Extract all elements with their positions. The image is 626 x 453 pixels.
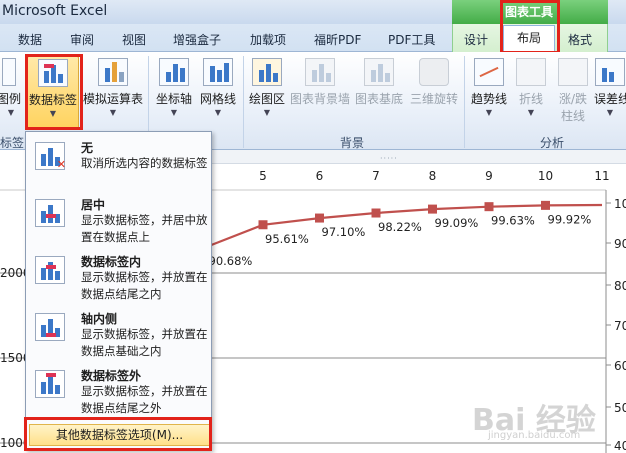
data-label: 99.09% [435,216,479,230]
group-background-label: 背景 [340,136,365,150]
tab-pdf-tools[interactable]: PDF工具 [388,31,435,48]
3d-rotation-icon [419,58,449,86]
right-axis-tick-label: 40 [614,439,626,453]
x-tick-label: 11 [594,169,609,183]
right-axis-tick-label: 70 [614,319,626,333]
plot-area-button[interactable]: 绘图区 ▼ [246,56,288,130]
x-tick-label: 9 [485,169,493,183]
data-table-icon [98,58,128,86]
data-point-marker [541,200,550,210]
data-point-marker [371,208,381,218]
data-labels-center-icon [35,199,65,227]
legend-icon [2,58,16,86]
data-label: 97.10% [322,225,366,239]
data-point-marker [428,204,437,214]
menu-item-inside-base[interactable]: 轴内侧 显示数据标签，并放置在数据点基础之内 [27,307,210,365]
lines-icon [516,58,546,86]
tab-addins[interactable]: 加载项 [250,31,286,48]
tab-view[interactable]: 视图 [122,31,146,48]
x-tick-label: 7 [372,169,380,183]
error-bars-button[interactable]: 误差线 ▼ [594,56,626,130]
chevron-down-icon: ▼ [606,108,614,117]
data-point-marker [258,220,268,230]
data-labels-outside-end-icon [35,370,65,398]
highlight-layout-tab [500,0,560,54]
data-label: 99.63% [491,214,535,228]
chart-wall-button[interactable]: 图表背景墙 [290,56,350,130]
chevron-down-icon: ▼ [263,108,271,117]
right-axis-tick-label: 50 [614,401,626,415]
axes-icon [159,58,189,86]
plot-area-icon [252,58,282,86]
tab-format[interactable]: 格式 [568,31,592,48]
tab-enhance-box[interactable]: 增强盒子 [173,31,221,48]
window-title: Microsoft Excel [2,3,108,19]
x-tick-label: 8 [429,169,437,183]
right-axis-tick-label: 80 [614,279,626,293]
chart-floor-icon [364,58,394,86]
data-table-button[interactable]: 模拟运算表 ▼ [81,56,145,130]
chart-floor-button[interactable]: 图表基底 [352,56,406,130]
highlight-data-labels-button [25,54,83,130]
3d-rotation-button[interactable]: 三维旋转 [408,56,460,130]
data-label: 99.92% [548,212,592,226]
up-down-bars-icon [558,58,588,86]
data-labels-inside-end-icon [35,256,65,284]
up-down-bars-button[interactable]: 涨/跌 柱线 [552,56,594,130]
data-label: 90.68% [209,254,253,268]
trendline-icon [474,58,504,86]
legend-button[interactable]: 图例 ▼ [0,56,22,130]
trendline-button[interactable]: 趋势线 ▼ [468,56,510,130]
chevron-down-icon: ▼ [527,108,535,117]
x-tick-label: 5 [259,169,267,183]
tab-foxit-pdf[interactable]: 福昕PDF [314,31,361,48]
chevron-down-icon: ▼ [170,108,178,117]
menu-item-center[interactable]: 居中 显示数据标签，并居中放置在数据点上 [27,193,210,251]
chevron-down-icon: ▼ [7,108,15,117]
data-point-marker [315,213,324,223]
chart-wall-icon [305,58,335,86]
chevron-down-icon: ▼ [485,108,493,117]
error-bars-icon [595,58,625,86]
menu-item-inside-end[interactable]: 数据标签内 显示数据标签，并放置在数据点结尾之内 [27,250,210,308]
menu-item-outside-end[interactable]: 数据标签外 显示数据标签，并放置在数据点结尾之外 [27,364,210,422]
menu-item-none[interactable]: ✕ 无 取消所选内容的数据标签 [27,136,210,194]
x-tick-label: 10 [538,169,553,183]
data-labels-inside-base-icon [35,313,65,341]
data-point-marker [484,202,494,212]
tab-data[interactable]: 数据 [18,31,42,48]
data-labels-dropdown-menu: ✕ 无 取消所选内容的数据标签 居中 显示数据标签，并居中放置在数据点上 数据标… [25,131,212,451]
watermark-url: jingyan.baidu.com [488,430,581,441]
data-label: 98.22% [378,220,422,234]
right-axis-tick-label: 90 [614,237,626,251]
highlight-more-options [24,417,212,451]
right-axis-tick-label: 60 [614,359,626,373]
x-tick-label: 6 [316,169,324,183]
chevron-down-icon: ▼ [214,108,222,117]
right-axis-tick-label: 10 [614,197,626,211]
group-labels-label: 标签 [0,136,25,150]
group-analysis-label: 分析 [540,136,565,150]
gridlines-button[interactable]: 网格线 ▼ [196,56,240,130]
data-label: 95.61% [265,232,309,246]
tab-design[interactable]: 设计 [464,31,488,48]
axes-button[interactable]: 坐标轴 ▼ [152,56,196,130]
lines-button[interactable]: 折线 ▼ [512,56,550,130]
gridlines-icon [203,58,233,86]
no-data-labels-icon: ✕ [35,142,66,171]
chart-resize-handle[interactable]: ····· [210,150,626,164]
chevron-down-icon: ▼ [109,108,117,117]
tab-review[interactable]: 审阅 [70,31,94,48]
